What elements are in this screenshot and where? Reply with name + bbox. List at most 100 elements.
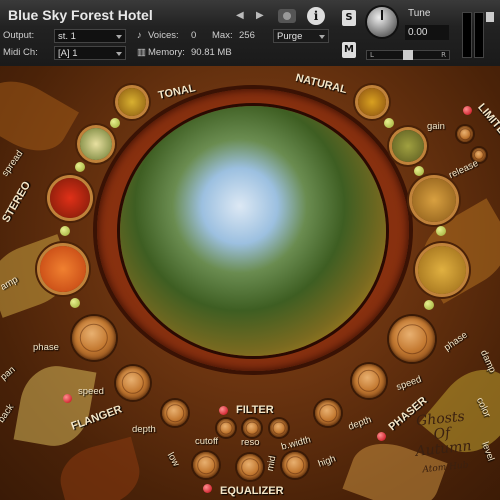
tonal-sample-selector[interactable] (118, 88, 146, 116)
equalizer-label: EQUALIZER (220, 485, 284, 497)
gain-label: gain (427, 121, 445, 132)
voices-value: 0 (191, 30, 197, 41)
amp-sample-selector[interactable] (40, 246, 86, 292)
pan-slider[interactable]: L R (366, 50, 450, 60)
pan-right-label: R (441, 51, 446, 59)
sample-selector-2[interactable] (80, 128, 112, 160)
voices-icon: ♪ (137, 30, 142, 41)
back-label: back (0, 402, 17, 425)
chevron-down-icon (116, 35, 122, 39)
pan-left-label: L (370, 51, 374, 59)
purge-menu[interactable]: Purge (273, 29, 329, 43)
camera-icon[interactable] (278, 9, 296, 23)
solo-button[interactable]: S (342, 10, 356, 26)
leaf-decoration (13, 360, 97, 452)
speed-right-label: speed (394, 373, 423, 394)
green-indicator[interactable] (384, 118, 394, 128)
spread-label: spread (0, 148, 26, 179)
limiter-label: LIMITER (475, 101, 500, 143)
tonal-label: TONAL (157, 82, 197, 102)
leaf-decoration (53, 436, 147, 500)
output-value: st. 1 (58, 31, 76, 42)
tune-knob[interactable] (367, 7, 397, 37)
speed-left-knob[interactable] (116, 366, 150, 400)
chevron-down-icon (319, 35, 325, 39)
output-select[interactable]: st. 1 (54, 29, 126, 43)
cutoff-label: cutoff (195, 436, 219, 447)
purge-label: Purge (277, 31, 303, 42)
chevron-down-icon (116, 52, 122, 56)
phase-left-knob[interactable] (72, 316, 116, 360)
cutoff-knob[interactable] (217, 419, 235, 437)
level-meter-right (474, 12, 484, 58)
depth-right-label: depth (346, 414, 373, 433)
green-indicator[interactable] (70, 298, 80, 308)
speed-right-knob[interactable] (352, 364, 386, 398)
instrument-header: Blue Sky Forest Hotel ◀ ▶ i Output: st. … (0, 0, 500, 67)
mid-knob[interactable] (237, 454, 263, 480)
depth-left-label: depth (132, 424, 156, 435)
memory-label: Memory: (148, 47, 185, 58)
equalizer-led[interactable] (203, 484, 212, 493)
next-instrument-button[interactable]: ▶ (256, 10, 264, 21)
low-knob[interactable] (193, 452, 219, 478)
green-indicator[interactable] (424, 300, 434, 310)
reso-label: reso (241, 437, 260, 448)
depth-right-knob[interactable] (315, 400, 341, 426)
release-label: release (447, 157, 481, 182)
phase-right-label: phase (442, 329, 470, 354)
voices-label: Voices: (148, 30, 179, 41)
high-knob[interactable] (282, 452, 308, 478)
output-label: Output: (3, 30, 35, 41)
pan-slider-handle[interactable] (403, 50, 413, 60)
tune-value[interactable]: 0.00 (405, 25, 449, 40)
filter-label: FILTER (236, 404, 274, 416)
instrument-title[interactable]: Blue Sky Forest Hotel (8, 7, 153, 23)
memory-value: 90.81 MB (191, 47, 232, 58)
phaser-led[interactable] (377, 432, 386, 441)
leaf-decoration (0, 67, 79, 165)
flanger-led[interactable] (63, 394, 72, 403)
memory-icon: ▥ (137, 47, 146, 58)
green-indicator[interactable] (60, 226, 70, 236)
close-icon[interactable] (486, 12, 494, 22)
phase-right-knob[interactable] (389, 316, 435, 362)
info-icon[interactable]: i (307, 7, 325, 25)
gain-knob[interactable] (457, 126, 473, 142)
bwidth-knob[interactable] (270, 419, 288, 437)
speed-left-label: speed (78, 386, 104, 397)
mute-button[interactable]: M (342, 42, 356, 58)
green-indicator[interactable] (75, 162, 85, 172)
green-indicator[interactable] (110, 118, 120, 128)
stereo-label: STEREO (0, 179, 34, 225)
ghosts-of-autumn-signature: Ghosts Of Autumn Atom Hub (395, 407, 491, 480)
midi-channel-select[interactable]: [A] 1 (54, 46, 126, 60)
forest-sky-photo (120, 106, 386, 356)
bwidth-label: b.width (280, 434, 313, 453)
mid-label: mid (264, 455, 279, 472)
natural-label: NATURAL (294, 71, 349, 97)
phase-left-label: phase (33, 342, 59, 353)
green-indicator[interactable] (414, 166, 424, 176)
pan-label: pan (0, 364, 18, 383)
midi-channel-label: Midi Ch: (3, 47, 38, 58)
low-label: low (164, 450, 182, 469)
sample-selector-8[interactable] (418, 246, 466, 294)
sample-selector-6[interactable] (392, 130, 424, 162)
level-meter-left (462, 12, 472, 58)
natural-sample-selector[interactable] (358, 88, 386, 116)
max-voices-label: Max: (212, 30, 233, 41)
filter-led[interactable] (219, 406, 228, 415)
instrument-panel: TONAL NATURAL spread STEREO amp phase pa… (0, 66, 500, 500)
midi-channel-value: [A] 1 (58, 48, 78, 59)
depth-left-knob[interactable] (162, 400, 188, 426)
reso-knob[interactable] (243, 419, 261, 437)
max-voices-value[interactable]: 256 (239, 30, 255, 41)
high-label: high (316, 453, 338, 470)
prev-instrument-button[interactable]: ◀ (236, 10, 244, 21)
green-indicator[interactable] (436, 226, 446, 236)
tune-label: Tune (408, 8, 431, 19)
limiter-sample-selector[interactable] (412, 178, 456, 222)
limiter-led[interactable] (463, 106, 472, 115)
stereo-sample-selector[interactable] (50, 178, 90, 218)
